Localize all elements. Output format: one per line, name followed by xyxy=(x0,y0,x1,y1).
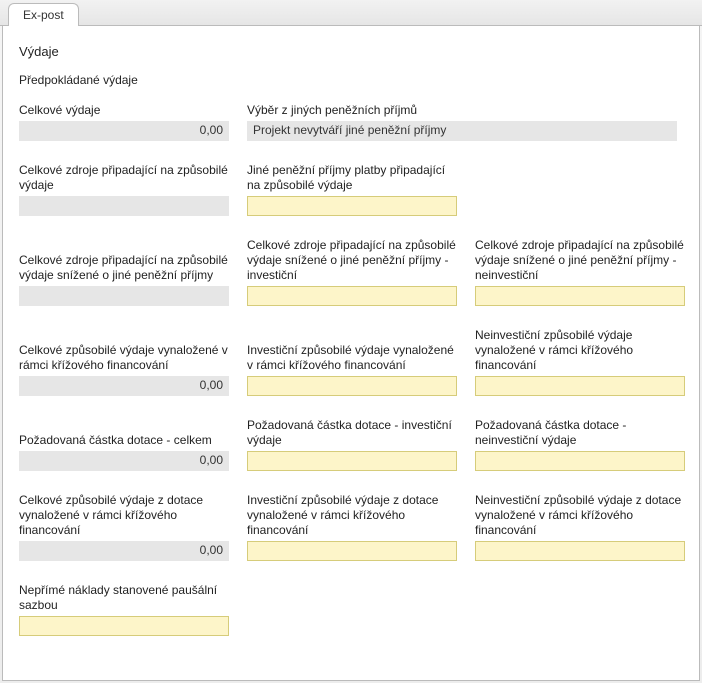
field-row4-c2: Investiční způsobilé výdaje z dotace vyn… xyxy=(247,493,457,561)
label-row1-c3: Celkové zdroje připadající na způsobilé … xyxy=(475,238,685,283)
input-row0-c2[interactable] xyxy=(247,196,457,216)
panel-expost: Výdaje Předpokládané výdaje Celkové výda… xyxy=(2,26,700,681)
label-row0-c2: Jiné peněžní příjmy platby připadající n… xyxy=(247,163,457,193)
field-celkove-vydaje: Celkové výdaje 0,00 xyxy=(19,103,229,141)
label-row4-c2: Investiční způsobilé výdaje z dotace vyn… xyxy=(247,493,457,538)
field-row3-c2: Požadovaná částka dotace - investiční vý… xyxy=(247,418,457,471)
input-row5-c1[interactable] xyxy=(19,616,229,636)
input-row4-c3[interactable] xyxy=(475,541,685,561)
field-row4-c3: Neinvestiční způsobilé výdaje z dotace v… xyxy=(475,493,685,561)
field-row3-c1: Požadovaná částka dotace - celkem 0,00 xyxy=(19,418,229,471)
field-row4-c1: Celkové způsobilé výdaje z dotace vynalo… xyxy=(19,493,229,561)
label-row3-c2: Požadovaná částka dotace - investiční vý… xyxy=(247,418,457,448)
field-row1-c2: Celkové zdroje připadající na způsobilé … xyxy=(247,238,457,306)
field-vyber-prijmu: Výběr z jiných peněžních příjmů Projekt … xyxy=(247,103,683,141)
input-row3-c2[interactable] xyxy=(247,451,457,471)
fields-grid: Celkové zdroje připadající na způsobilé … xyxy=(19,163,683,636)
value-row2-c1: 0,00 xyxy=(19,376,229,396)
label-row5-c1: Nepřímé náklady stanovené paušální sazbo… xyxy=(19,583,229,613)
label-row2-c3: Neinvestiční způsobilé výdaje vynaložené… xyxy=(475,328,685,373)
label-vyber-prijmu: Výběr z jiných peněžních příjmů xyxy=(247,103,683,118)
input-row1-c2[interactable] xyxy=(247,286,457,306)
value-celkove-vydaje: 0,00 xyxy=(19,121,229,141)
label-row4-c1: Celkové způsobilé výdaje z dotace vynalo… xyxy=(19,493,229,538)
field-row2-c2: Investiční způsobilé výdaje vynaložené v… xyxy=(247,328,457,396)
label-row1-c1: Celkové zdroje připadající na způsobilé … xyxy=(19,253,229,283)
label-row3-c3: Požadovaná částka dotace - neinvestiční … xyxy=(475,418,685,448)
label-row3-c1: Požadovaná částka dotace - celkem xyxy=(19,433,229,448)
field-row2-c3: Neinvestiční způsobilé výdaje vynaložené… xyxy=(475,328,685,396)
input-row1-c3[interactable] xyxy=(475,286,685,306)
field-row2-c1: Celkové způsobilé výdaje vynaložené v rá… xyxy=(19,328,229,396)
value-row4-c1: 0,00 xyxy=(19,541,229,561)
value-row3-c1: 0,00 xyxy=(19,451,229,471)
input-row3-c3[interactable] xyxy=(475,451,685,471)
value-vyber-prijmu: Projekt nevytváří jiné peněžní příjmy xyxy=(247,121,677,141)
label-row2-c1: Celkové způsobilé výdaje vynaložené v rá… xyxy=(19,343,229,373)
field-row5-c1: Nepřímé náklady stanovené paušální sazbo… xyxy=(19,583,229,636)
section-title: Výdaje xyxy=(19,44,683,59)
label-celkove-vydaje: Celkové výdaje xyxy=(19,103,229,118)
input-row2-c2[interactable] xyxy=(247,376,457,396)
tab-expost[interactable]: Ex-post xyxy=(8,3,79,26)
input-row2-c3[interactable] xyxy=(475,376,685,396)
value-row1-c1 xyxy=(19,286,229,306)
value-row0-c1 xyxy=(19,196,229,216)
label-row2-c2: Investiční způsobilé výdaje vynaložené v… xyxy=(247,343,457,373)
subsection-title: Předpokládané výdaje xyxy=(19,73,683,87)
field-row3-c3: Požadovaná částka dotace - neinvestiční … xyxy=(475,418,685,471)
field-row1-c1: Celkové zdroje připadající na způsobilé … xyxy=(19,238,229,306)
field-row0-c1: Celkové zdroje připadající na způsobilé … xyxy=(19,163,229,216)
label-row4-c3: Neinvestiční způsobilé výdaje z dotace v… xyxy=(475,493,685,538)
label-row0-c1: Celkové zdroje připadající na způsobilé … xyxy=(19,163,229,193)
field-row1-c3: Celkové zdroje připadající na způsobilé … xyxy=(475,238,685,306)
field-row0-c2: Jiné peněžní příjmy platby připadající n… xyxy=(247,163,457,216)
tab-bar: Ex-post xyxy=(0,0,702,26)
input-row4-c2[interactable] xyxy=(247,541,457,561)
label-row1-c2: Celkové zdroje připadající na způsobilé … xyxy=(247,238,457,283)
